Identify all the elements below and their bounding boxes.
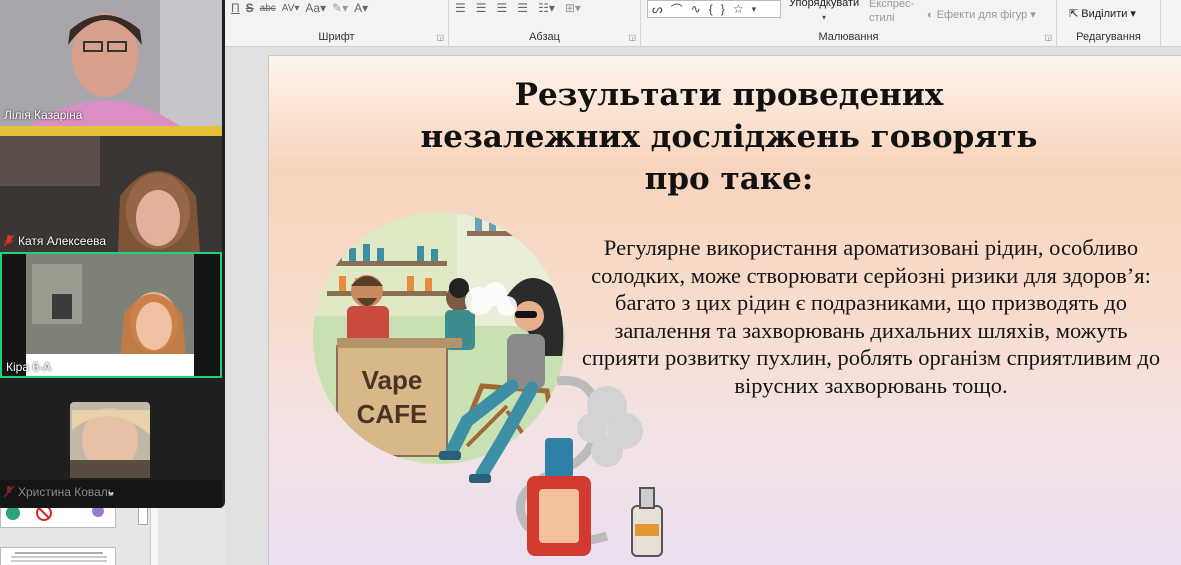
- drawing-group: ᔕ ⌒ ∿ { } ☆ ▾ Упорядкувати ▾ Експрес-сти…: [641, 0, 1057, 46]
- change-case-icon[interactable]: Aa▾: [305, 1, 326, 15]
- thumbnail-scroll-thumb[interactable]: [138, 505, 148, 525]
- participant-name: Христина Коваль: [18, 485, 115, 499]
- participant-name: Катя Алексеева: [18, 234, 107, 248]
- font-dialog-launcher-icon[interactable]: ◲: [436, 33, 444, 42]
- slide-title-line: про таке:: [644, 161, 814, 197]
- star-icon[interactable]: ☆: [733, 2, 744, 16]
- freeform-icon[interactable]: ᔕ: [652, 2, 663, 16]
- ribbon: П S abc AV▾ Aa▾ ✎▾ A▾ Шрифт ◲ ☰ ☰ ☰ ☰ ☷▾…: [225, 0, 1181, 47]
- shape-effects-button[interactable]: ◐ Ефекти для фігур ▾: [927, 8, 1036, 21]
- shadow-icon[interactable]: S: [246, 1, 254, 15]
- highlight-icon[interactable]: ✎▾: [332, 1, 348, 15]
- video-participants-panel: Лілія Казаріна Катя Алексеева Кіра 6-А Х…: [0, 0, 225, 508]
- participant-tile-active[interactable]: Кіра 6-А: [0, 252, 222, 378]
- muted-mic-icon: [4, 486, 14, 498]
- brace-right-icon[interactable]: }: [721, 2, 725, 16]
- text-direction-icon[interactable]: ⊞▾: [565, 1, 581, 15]
- editing-group-label: Редагування: [1076, 31, 1141, 43]
- screen: П S abc AV▾ Aa▾ ✎▾ A▾ Шрифт ◲ ☰ ☰ ☰ ☰ ☷▾…: [0, 0, 1181, 565]
- drawing-dialog-launcher-icon[interactable]: ◲: [1044, 33, 1052, 42]
- participant-name-row: Христина Коваль: [4, 485, 114, 499]
- shape-effects-icon: ◐: [927, 9, 937, 21]
- select-button[interactable]: ⇱ Виділити ▾: [1069, 7, 1136, 20]
- drawing-group-label: Малювання: [818, 31, 879, 43]
- slide-title-line: незалежних досліджень говорять: [420, 119, 1038, 155]
- align-right-icon[interactable]: ☰: [497, 1, 508, 15]
- editing-group: ⇱ Виділити ▾ Редагування: [1057, 0, 1161, 46]
- columns-icon[interactable]: ☷▾: [538, 1, 555, 15]
- font-group: П S abc AV▾ Aa▾ ✎▾ A▾ Шрифт ◲: [225, 0, 449, 46]
- paragraph-dialog-launcher-icon[interactable]: ◲: [628, 33, 636, 42]
- arrange-button[interactable]: Упорядкувати: [789, 0, 859, 9]
- slide-canvas[interactable]: Результати проведених незалежних дослідж…: [268, 55, 1181, 565]
- font-group-label: Шрифт: [318, 31, 355, 43]
- strikethrough-icon[interactable]: П: [231, 1, 240, 15]
- participant-tile[interactable]: Катя Алексеева: [0, 126, 222, 252]
- font-color-icon[interactable]: A▾: [354, 1, 368, 15]
- wave-icon[interactable]: ∿: [691, 2, 701, 16]
- cursor-icon: ⇱: [1069, 8, 1082, 20]
- shapes-gallery[interactable]: ᔕ ⌒ ∿ { } ☆ ▾: [647, 0, 781, 18]
- participant-name: Лілія Казаріна: [4, 108, 83, 122]
- vape-sign-line1: Vape: [362, 365, 423, 395]
- align-center-icon[interactable]: ☰: [476, 1, 487, 15]
- participant-video: [2, 254, 220, 376]
- char-spacing-icon[interactable]: AV▾: [282, 3, 300, 14]
- slide-title[interactable]: Результати проведених незалежних дослідж…: [329, 74, 1129, 200]
- muted-mic-icon: [4, 235, 14, 247]
- justify-icon[interactable]: ☰: [517, 1, 528, 15]
- chevron-down-icon[interactable]: ⌄: [101, 484, 121, 498]
- arrange-dropdown-icon[interactable]: ▾: [822, 13, 826, 22]
- paragraph-group: ☰ ☰ ☰ ☰ ☷▾ ⊞▾ Абзац ◲: [449, 0, 641, 46]
- align-left-icon[interactable]: ☰: [455, 1, 466, 15]
- participant-name-row: Катя Алексеева: [4, 234, 106, 248]
- slide-body-text[interactable]: Регулярне використання ароматизовані рід…: [581, 234, 1161, 399]
- abc-strike-icon[interactable]: abc: [260, 3, 276, 14]
- slide-thumbnail[interactable]: [0, 547, 116, 565]
- participant-tile[interactable]: Лілія Казаріна: [0, 0, 222, 126]
- gallery-more-icon[interactable]: ▾: [752, 4, 757, 15]
- participant-name: Кіра 6-А: [6, 360, 52, 374]
- brace-left-icon[interactable]: {: [709, 2, 713, 16]
- vape-sign-line2: CAFE: [357, 399, 428, 429]
- paragraph-group-label: Абзац: [529, 31, 560, 43]
- slide-title-line: Результати проведених: [514, 77, 944, 113]
- thumbnail-preview-text: [11, 552, 107, 562]
- slide-thumbnails: [0, 500, 148, 565]
- curve-icon[interactable]: ⌒: [671, 1, 683, 18]
- express-styles-button[interactable]: Експрес-стилі: [869, 0, 925, 25]
